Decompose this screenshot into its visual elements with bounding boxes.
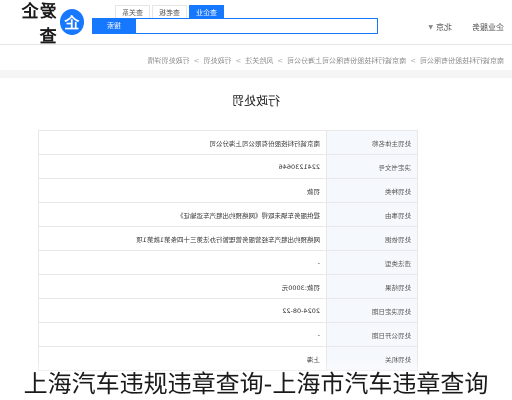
breadcrumb-current: 行政处罚详情 <box>147 57 190 65</box>
row-label: 处罚主体名称 <box>326 130 418 155</box>
breadcrumb-separator: > <box>235 57 242 65</box>
logo-text: 爱企查 <box>20 2 57 47</box>
breadcrumb-item[interactable]: 南京诚行科技股份有限公司 <box>420 56 504 66</box>
row-label: 决定书文号 <box>326 154 418 179</box>
logo-icon: 企 <box>59 9 84 35</box>
page-title: 行政处罚 <box>232 94 281 108</box>
breadcrumb-item[interactable]: 风险关注 <box>245 56 273 66</box>
table-row: 处罚依据 网络预约出租汽车经营服务管理暂行办法第三十四条第1款第1项 <box>38 226 418 251</box>
row-value: 罚款:3000元 <box>38 274 327 299</box>
row-value: 2241230646 <box>38 154 327 179</box>
row-value: 2024-08-22 <box>38 298 327 323</box>
table-row: 处罚种类 罚款 <box>38 178 418 203</box>
search-input[interactable] <box>136 18 378 34</box>
table-row: 处罚事由 提供服务车辆未取得《网络预约出租汽车运输证》 <box>38 202 418 227</box>
city-label: 北京 <box>436 23 452 32</box>
row-label: 处罚种类 <box>326 178 418 203</box>
breadcrumb-item[interactable]: 行政处罚 <box>203 56 231 66</box>
breadcrumb-separator: > <box>277 57 284 65</box>
row-value: 网络预约出租汽车经营服务管理暂行办法第三十四条第1款第1项 <box>38 226 327 251</box>
row-label: 违法类型 <box>326 250 418 275</box>
table-row: 处罚决定日期 2024-08-22 <box>38 298 418 323</box>
table-row: 处罚主体名称 南京诚行科技股份有限公司上海分公司 <box>38 130 418 155</box>
top-header: 企 爱企查 查企业 查老板 查关系 搜索 北京 ▼ 企业服务 <box>0 0 512 47</box>
breadcrumb-separator: > <box>193 57 200 65</box>
chevron-down-icon: ▼ <box>428 24 433 31</box>
row-label: 处罚事由 <box>326 202 418 227</box>
row-label: 处罚决定日期 <box>326 298 418 323</box>
table-row: 处罚结果 罚款:3000元 <box>38 274 418 299</box>
row-label: 处罚结果 <box>326 274 418 299</box>
table-row: 处罚公开日期 - <box>38 322 418 347</box>
row-value: 南京诚行科技股份有限公司上海分公司 <box>38 130 327 155</box>
table-row: 决定书文号 2241230646 <box>38 154 418 179</box>
row-label: 处罚公开日期 <box>326 322 418 347</box>
row-value: - <box>38 322 327 347</box>
city-select[interactable]: 北京 ▼ <box>428 22 452 33</box>
table-row: 违法类型 - <box>38 250 418 275</box>
search-button[interactable]: 搜索 <box>92 18 136 34</box>
divider-band <box>0 70 512 78</box>
breadcrumb-separator: > <box>410 57 416 65</box>
mirrored-page: 企 爱企查 查企业 查老板 查关系 搜索 北京 ▼ 企业服务 南京诚行科技股份有… <box>0 0 512 400</box>
enterprise-service-link[interactable]: 企业服务 <box>472 22 504 33</box>
site-logo[interactable]: 企 爱企查 <box>6 2 84 47</box>
caption-overlay: 上海汽车违规违章查询-上海市汽车违章查询 <box>0 362 512 400</box>
row-value: 罚款 <box>38 178 327 203</box>
breadcrumb-item[interactable]: 南京诚行科技股份有限公司上海分公司 <box>287 56 406 66</box>
row-value: - <box>38 250 327 275</box>
search-bar: 搜索 <box>92 18 378 36</box>
row-value: 提供服务车辆未取得《网络预约出租汽车运输证》 <box>38 202 327 227</box>
breadcrumb: 南京诚行科技股份有限公司 > 南京诚行科技股份有限公司上海分公司 > 风险关注 … <box>0 52 512 70</box>
penalty-detail-table: 处罚主体名称 南京诚行科技股份有限公司上海分公司 决定书文号 224123064… <box>38 130 418 371</box>
row-label: 处罚依据 <box>326 226 418 251</box>
